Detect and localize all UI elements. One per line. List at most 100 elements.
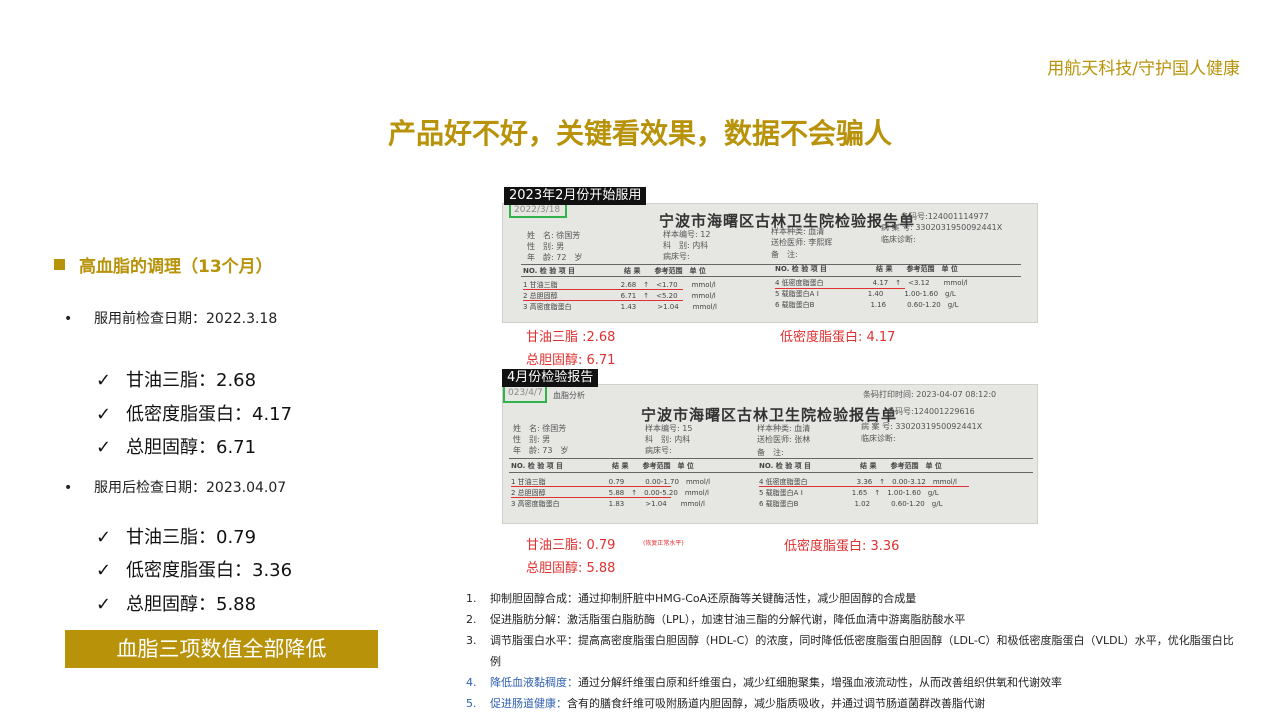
check-icon: ✓	[96, 370, 112, 391]
report-sex: 性 别: 男	[527, 242, 565, 251]
report-divider	[509, 472, 1033, 473]
report-diagnosis: 临床诊断:	[881, 235, 916, 244]
report-tag-before: 2023年2月份开始服用	[504, 187, 647, 205]
report-divider	[509, 458, 1033, 459]
report-sample-no: 样本编号: 12	[663, 230, 711, 239]
check-icon: ✓	[96, 404, 112, 425]
red-label-tc-after: 总胆固醇: 5.88	[526, 561, 616, 576]
report-image-after: 023/4/7 血脂分析 条码打印时间: 2023-04-07 08:12:0 …	[502, 384, 1038, 524]
note-item: 5. 促进肠道健康：含有的膳食纤维可吸附肠道内胆固醇，减少脂质吸收，并通过调节肠道…	[466, 693, 1236, 714]
report-bed: 病床号:	[663, 252, 690, 261]
report-sample-type: 样本种类: 血清	[771, 227, 825, 236]
note-text: 含有的膳食纤维可吸附肠道内胆固醇，减少脂质吸收，并通过调节肠道菌群改善脂代谢	[567, 697, 985, 710]
after-item-text: 甘油三脂：0.79	[126, 527, 257, 548]
note-label: 降低血液黏稠度：	[490, 676, 578, 689]
note-item: 3. 调节脂蛋白水平：提高高密度脂蛋白胆固醇（HDL-C）的浓度，同时降低低密度脂…	[466, 630, 1236, 672]
check-icon: ✓	[96, 594, 112, 615]
before-date: • 服用前检查日期：2022.3.18	[64, 308, 277, 328]
report-sample-no: 样本编号: 15	[645, 424, 693, 433]
section-title: 高血脂的调理（13个月）	[54, 252, 273, 277]
report-col-header: NO. 检 验 项 目 结 果 参考范围 单 位	[523, 267, 706, 275]
note-text: 调节脂蛋白水平：提高高密度脂蛋白胆固醇（HDL-C）的浓度，同时降低低密度脂蛋白…	[490, 634, 1234, 668]
check-icon: ✓	[96, 437, 112, 458]
red-label-tg-after: 甘油三脂: 0.79	[526, 538, 616, 553]
before-item: ✓ 总胆固醇：6.71	[96, 433, 256, 459]
report-row: 6 载脂蛋白B 1.16 0.60-1.20 g/L	[775, 301, 959, 309]
red-underline	[775, 288, 905, 289]
after-date: • 服用后检查日期：2023.04.07	[64, 477, 286, 497]
section-title-text: 高血脂的调理（13个月）	[79, 257, 273, 277]
square-bullet-icon	[54, 259, 65, 270]
report-hospital-title: 宁波市海曙区古林卫生院检验报告单	[641, 406, 898, 424]
note-number: 3.	[466, 634, 477, 647]
report-note: 备 注:	[757, 448, 784, 457]
after-item-text: 低密度脂蛋白：3.36	[126, 560, 293, 581]
after-item: ✓ 低密度脂蛋白：3.36	[96, 556, 292, 582]
red-underline	[511, 486, 671, 487]
report-col-header: NO. 检 验 项 目 结 果 参考范围 单 位	[759, 462, 942, 470]
report-col-header: NO. 检 验 项 目 结 果 参考范围 单 位	[775, 265, 958, 273]
note-text: 抑制胆固醇合成：通过抑制肝脏中HMG-CoA还原酶等关键酶活性，减少胆固醇的合成…	[490, 592, 917, 605]
red-label-tg-before: 甘油三脂 :2.68	[526, 330, 616, 345]
check-icon: ✓	[96, 560, 112, 581]
report-col-header: NO. 检 验 项 目 结 果 参考范围 单 位	[511, 462, 694, 470]
report-row: 3 高密度脂蛋白 1.43 >1.04 mmol/l	[523, 303, 717, 311]
report-note: 备 注:	[771, 250, 798, 259]
red-underline	[523, 300, 683, 301]
report-tag-after: 4月份检验报告	[502, 369, 599, 387]
report-bed: 病床号:	[645, 446, 672, 455]
note-item: 4. 降低血液黏稠度：通过分解纤维蛋白原和纤维蛋白，减少红细胞聚集，增强血液流动性…	[466, 672, 1236, 693]
after-item-text: 总胆固醇：5.88	[126, 594, 257, 615]
report-print-time: 条码打印时间: 2023-04-07 08:12:0	[863, 390, 997, 399]
note-number: 4.	[466, 676, 477, 689]
note-text: 通过分解纤维蛋白原和纤维蛋白，减少红细胞聚集，增强血液流动性，从而改善组织供氧和…	[578, 676, 1062, 689]
bullet-dot-icon: •	[64, 480, 73, 496]
date-highlight-box: 023/4/7	[503, 385, 547, 403]
report-sample-type: 样本种类: 血清	[757, 424, 811, 433]
date-highlight-box: 2022/3/18	[509, 204, 567, 218]
note-item: 2. 促进脂肪分解：激活脂蛋白脂肪酶（LPL），加速甘油三酯的分解代谢，降低血清中…	[466, 609, 1236, 630]
report-age: 年 龄: 72 岁	[527, 253, 583, 262]
red-label-ldl-after: 低密度脂蛋白: 3.36	[784, 539, 900, 554]
before-item-text: 低密度脂蛋白：4.17	[126, 404, 293, 425]
report-age: 年 龄: 73 岁	[513, 446, 569, 455]
report-doctor: 送检医师: 李熙辉	[771, 238, 833, 247]
summary-banner: 血脂三项数值全部降低	[65, 630, 378, 668]
report-dept: 科 别: 内科	[663, 241, 709, 250]
report-image-before: 2022/3/18 宁波市海曙区古林卫生院检验报告单 条码号:124001114…	[502, 203, 1038, 323]
before-date-label: 服用前检查日期：2022.3.18	[94, 311, 278, 327]
report-row: 4 低密度脂蛋白 4.17 ↑ <3.12 mmol/l	[775, 279, 968, 287]
report-case-no: 病 案 号: 3302031950092441X	[861, 422, 983, 431]
before-item: ✓ 低密度脂蛋白：4.17	[96, 400, 292, 426]
check-icon: ✓	[96, 527, 112, 548]
report-barcode: 条码号:124001114977	[901, 212, 989, 221]
note-label: 促进肠道健康：	[490, 697, 567, 710]
report-row: 5 载脂蛋白A I 1.65 ↑ 1.00-1.60 g/L	[759, 489, 939, 497]
report-patient-name: 姓 名: 徐国芳	[527, 231, 581, 240]
slogan: 用航天科技/守护国人健康	[1047, 59, 1240, 79]
report-case-no: 病 案 号: 3302031950092441X	[881, 223, 1003, 232]
report-barcode: 条码号:124001229616	[887, 407, 975, 416]
before-item-text: 甘油三脂：2.68	[126, 370, 257, 391]
report-dept: 科 别: 内科	[645, 435, 691, 444]
note-number: 2.	[466, 613, 477, 626]
after-item: ✓ 总胆固醇：5.88	[96, 590, 256, 616]
red-label-tc-before: 总胆固醇: 6.71	[526, 353, 616, 368]
note-number: 5.	[466, 697, 477, 710]
note-number: 1.	[466, 592, 477, 605]
report-sex: 性 别: 男	[513, 435, 551, 444]
red-underline	[511, 497, 671, 498]
red-underline	[759, 486, 969, 487]
report-doctor: 送检医师: 张林	[757, 435, 811, 444]
mechanism-notes: 1. 抑制胆固醇合成：通过抑制肝脏中HMG-CoA还原酶等关键酶活性，减少胆固醇的…	[466, 588, 1236, 714]
page-title: 产品好不好，关键看效果，数据不会骗人	[387, 117, 892, 150]
report-subtitle: 血脂分析	[553, 391, 585, 400]
note-text: 促进脂肪分解：激活脂蛋白脂肪酶（LPL），加速甘油三酯的分解代谢，降低血清中游离…	[490, 613, 966, 626]
note-item: 1. 抑制胆固醇合成：通过抑制肝脏中HMG-CoA还原酶等关键酶活性，减少胆固醇的…	[466, 588, 1236, 609]
bullet-dot-icon: •	[64, 311, 73, 327]
red-label-ldl-before: 低密度脂蛋白: 4.17	[780, 330, 896, 345]
report-row: 6 载脂蛋白B 1.02 0.60-1.20 g/L	[759, 500, 943, 508]
report-diagnosis: 临床诊断:	[861, 434, 896, 443]
after-item: ✓ 甘油三脂：0.79	[96, 523, 256, 549]
report-row: 3 高密度脂蛋白 1.83 >1.04 mmol/l	[511, 500, 705, 508]
